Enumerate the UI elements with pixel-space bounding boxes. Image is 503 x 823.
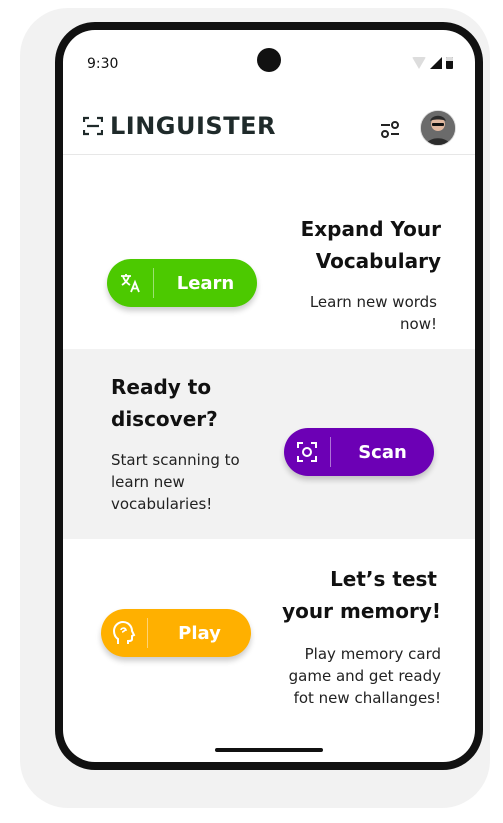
play-button-label: Play	[178, 622, 221, 644]
front-camera	[257, 48, 281, 72]
play-subtext-line2: game and get ready	[288, 667, 441, 685]
play-heading-line1: Let’s test	[330, 567, 437, 591]
filter-icon[interactable]	[379, 118, 401, 140]
play-section: Let’s test your memory! Play memory card…	[63, 539, 475, 729]
play-subtext-line1: Play memory card	[304, 645, 441, 663]
scan-button-label: Scan	[358, 441, 407, 463]
learn-heading-line1: Expand Your	[300, 217, 441, 241]
phone-frame: 9:30 LINGUISTER Expand Your Vocabulary L…	[55, 22, 483, 770]
app-header: LINGUISTER	[63, 104, 475, 155]
scan-subtext-line1: Start scanning to	[111, 451, 240, 469]
play-button[interactable]: Play	[101, 609, 251, 657]
status-icons	[412, 57, 453, 69]
scan-icon	[284, 428, 330, 476]
translate-icon	[107, 259, 153, 307]
learn-subtext-line1: Learn new words	[309, 293, 437, 311]
status-bar: 9:30	[63, 30, 475, 90]
learn-button[interactable]: Learn	[107, 259, 257, 307]
status-time: 9:30	[87, 56, 119, 72]
logo-icon	[83, 116, 103, 136]
learn-section: Expand Your Vocabulary Learn new words n…	[63, 155, 475, 349]
avatar[interactable]	[420, 110, 456, 146]
scan-subtext-line3: vocabularies!	[111, 495, 213, 513]
play-subtext-line3: fot new challanges!	[293, 689, 441, 707]
scan-section: Ready to discover? Start scanning to lea…	[63, 349, 475, 539]
learn-button-label: Learn	[176, 272, 235, 294]
brain-head-icon	[101, 609, 147, 657]
battery-icon	[446, 57, 453, 69]
scan-subtext-line2: learn new	[111, 473, 185, 491]
signal-icon	[430, 57, 442, 69]
scan-heading-line1: Ready to	[111, 375, 212, 399]
learn-heading-line2: Vocabulary	[315, 249, 441, 273]
app-screen: 9:30 LINGUISTER Expand Your Vocabulary L…	[63, 30, 475, 762]
wifi-icon	[412, 57, 426, 69]
learn-subtext-line2: now!	[400, 315, 437, 333]
play-heading-line2: your memory!	[282, 599, 441, 623]
home-indicator[interactable]	[215, 748, 323, 752]
app-logo-text: LINGUISTER	[110, 112, 276, 140]
avatar-image	[421, 111, 455, 145]
scan-heading-line2: discover?	[111, 407, 218, 431]
scan-button[interactable]: Scan	[284, 428, 434, 476]
